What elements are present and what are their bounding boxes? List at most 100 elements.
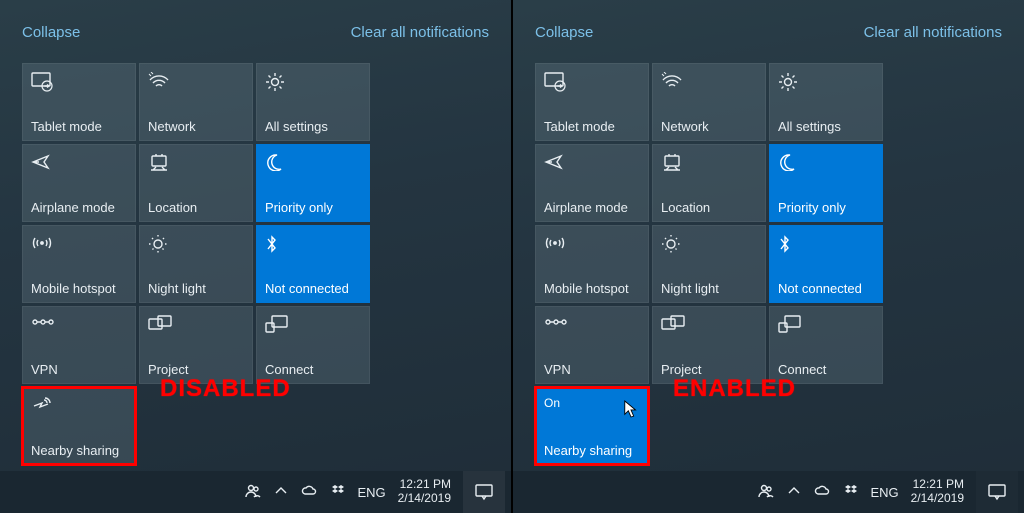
moon-icon <box>265 153 361 175</box>
tile-location[interactable]: Location <box>139 144 253 222</box>
people-icon[interactable] <box>245 483 261 502</box>
tile-mobile-hotspot[interactable]: Mobile hotspot <box>22 225 136 303</box>
tile-label: Network <box>148 120 244 134</box>
onedrive-icon[interactable] <box>814 483 830 502</box>
tile-night-light[interactable]: Night light <box>652 225 766 303</box>
tile-tablet-mode[interactable]: Tablet mode <box>535 63 649 141</box>
tile-label: Not connected <box>778 282 874 296</box>
tile-connect[interactable]: Connect <box>769 306 883 384</box>
tile-label: All settings <box>265 120 361 134</box>
tile-label: Location <box>661 201 757 215</box>
tile-label: Not connected <box>265 282 361 296</box>
tile-bluetooth[interactable]: Not connected <box>256 225 370 303</box>
clear-notifications-link[interactable]: Clear all notifications <box>864 24 1002 41</box>
tile-all-settings[interactable]: All settings <box>256 63 370 141</box>
tile-label: Airplane mode <box>31 201 127 215</box>
chevron-up-icon[interactable] <box>786 483 802 502</box>
tile-vpn[interactable]: VPN <box>535 306 649 384</box>
night-light-icon <box>148 234 244 256</box>
tile-focus-assist[interactable]: Priority only <box>256 144 370 222</box>
taskbar: ENG 12:21 PM 2/14/2019 <box>0 471 511 513</box>
connect-icon <box>265 315 361 337</box>
tile-location[interactable]: Location <box>652 144 766 222</box>
tile-airplane-mode[interactable]: Airplane mode <box>535 144 649 222</box>
tile-label: Night light <box>661 282 757 296</box>
project-icon <box>661 315 757 337</box>
collapse-link[interactable]: Collapse <box>22 24 80 41</box>
people-icon[interactable] <box>758 483 774 502</box>
tablet-icon <box>544 72 640 94</box>
panel-top-links: Collapse Clear all notifications <box>0 0 511 55</box>
clear-notifications-link[interactable]: Clear all notifications <box>351 24 489 41</box>
tile-status: On <box>544 396 640 410</box>
tile-project[interactable]: Project <box>652 306 766 384</box>
chevron-up-icon[interactable] <box>273 483 289 502</box>
taskbar-date: 2/14/2019 <box>911 492 964 506</box>
tile-night-light[interactable]: Night light <box>139 225 253 303</box>
tile-label: Network <box>661 120 757 134</box>
tile-label: Tablet mode <box>31 120 127 134</box>
tile-mobile-hotspot[interactable]: Mobile hotspot <box>535 225 649 303</box>
tile-all-settings[interactable]: All settings <box>769 63 883 141</box>
action-center-button[interactable] <box>463 471 505 513</box>
location-icon <box>661 153 757 175</box>
language-indicator[interactable]: ENG <box>357 485 385 500</box>
tile-network[interactable]: Network <box>652 63 766 141</box>
taskbar-date: 2/14/2019 <box>398 492 451 506</box>
taskbar: ENG 12:21 PM 2/14/2019 <box>513 471 1024 513</box>
taskbar-clock[interactable]: 12:21 PM 2/14/2019 <box>907 478 968 506</box>
tile-network[interactable]: Network <box>139 63 253 141</box>
dropbox-icon[interactable] <box>329 483 345 502</box>
taskbar-clock[interactable]: 12:21 PM 2/14/2019 <box>394 478 455 506</box>
tile-bluetooth[interactable]: Not connected <box>769 225 883 303</box>
tile-label: Tablet mode <box>544 120 640 134</box>
tile-vpn[interactable]: VPN <box>22 306 136 384</box>
taskbar-time: 12:21 PM <box>398 478 451 492</box>
tile-nearby-sharing[interactable]: On Nearby sharing <box>535 387 649 465</box>
tile-label: Location <box>148 201 244 215</box>
quick-actions-grid: Tablet mode Network All settings Airplan… <box>0 55 480 465</box>
location-icon <box>148 153 244 175</box>
language-indicator[interactable]: ENG <box>870 485 898 500</box>
hotspot-icon <box>31 234 127 256</box>
quick-actions-grid: Tablet mode Network All settings Airplan… <box>513 55 993 465</box>
onedrive-icon[interactable] <box>301 483 317 502</box>
gear-icon <box>778 72 874 94</box>
tile-label: Night light <box>148 282 244 296</box>
tile-label: Priority only <box>265 201 361 215</box>
tile-label: Mobile hotspot <box>544 282 640 296</box>
tile-label: VPN <box>31 363 127 377</box>
tile-label: Nearby sharing <box>544 444 640 458</box>
tile-nearby-sharing[interactable]: Nearby sharing <box>22 387 136 465</box>
tile-label: All settings <box>778 120 874 134</box>
tile-label: VPN <box>544 363 640 377</box>
collapse-link[interactable]: Collapse <box>535 24 593 41</box>
vpn-icon <box>31 315 127 337</box>
bluetooth-icon <box>778 234 874 256</box>
tablet-icon <box>31 72 127 94</box>
project-icon <box>148 315 244 337</box>
system-tray: ENG <box>758 483 898 502</box>
nearby-sharing-icon <box>31 396 127 418</box>
tile-label: Mobile hotspot <box>31 282 127 296</box>
action-center-button[interactable] <box>976 471 1018 513</box>
tile-connect[interactable]: Connect <box>256 306 370 384</box>
tile-airplane-mode[interactable]: Airplane mode <box>22 144 136 222</box>
tile-tablet-mode[interactable]: Tablet mode <box>22 63 136 141</box>
connect-icon <box>778 315 874 337</box>
airplane-icon <box>544 153 640 175</box>
system-tray: ENG <box>245 483 385 502</box>
tile-label: Priority only <box>778 201 874 215</box>
tile-label: Airplane mode <box>544 201 640 215</box>
tile-focus-assist[interactable]: Priority only <box>769 144 883 222</box>
panel-top-links: Collapse Clear all notifications <box>513 0 1024 55</box>
tile-project[interactable]: Project <box>139 306 253 384</box>
airplane-icon <box>31 153 127 175</box>
wifi-icon <box>661 72 757 94</box>
annotation-enabled: ENABLED <box>673 375 796 403</box>
moon-icon <box>778 153 874 175</box>
dropbox-icon[interactable] <box>842 483 858 502</box>
bluetooth-icon <box>265 234 361 256</box>
vpn-icon <box>544 315 640 337</box>
wifi-icon <box>148 72 244 94</box>
